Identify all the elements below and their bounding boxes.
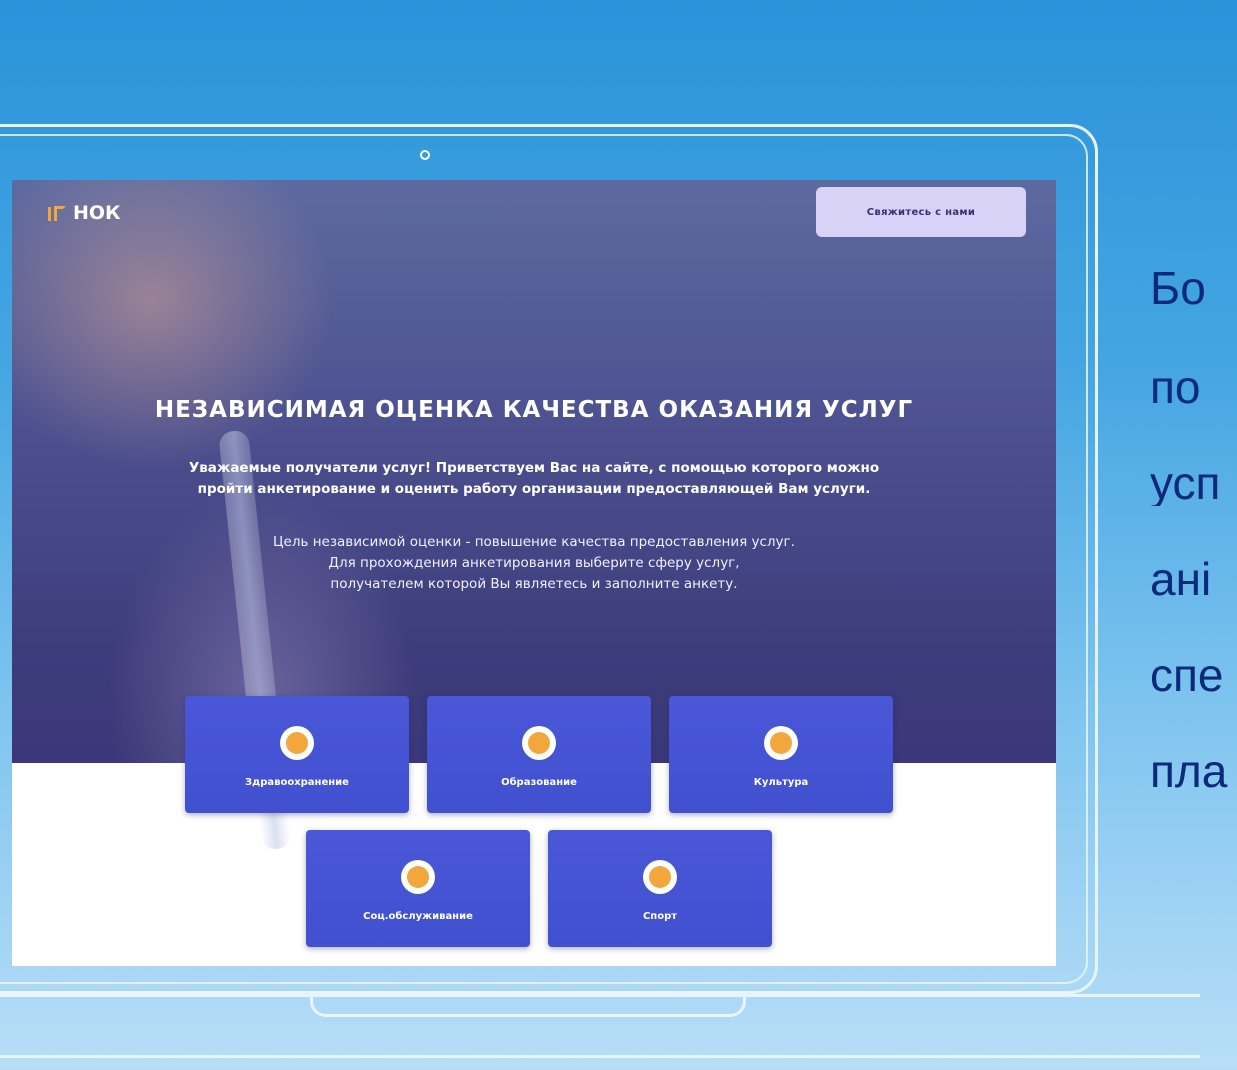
welcome-text-line: пройти анкетирование и оценить работу ор… [197, 481, 871, 497]
column-icon [764, 726, 798, 760]
service-label: Здравоохранение [245, 777, 349, 788]
laptop-screen: НОК Свяжитесь с нами НЕЗАВИСИМАЯ ОЦЕНКА … [12, 180, 1056, 966]
slide-text-line: усп [1150, 460, 1221, 506]
slide-text-line: по [1150, 364, 1201, 410]
site-logo[interactable]: НОК [45, 202, 121, 224]
welcome-text: Уважаемые получатели услуг! Приветствуем… [52, 458, 1016, 500]
purpose-text-line: получателем которой Вы являетесь и запол… [330, 576, 738, 592]
laptop-base-bottom [0, 1055, 1200, 1068]
logo-text: НОК [73, 202, 121, 224]
purpose-text-line: Для прохождения анкетирования выберите с… [328, 555, 740, 571]
slide-text-line: ані [1150, 556, 1212, 602]
page-title: НЕЗАВИСИМАЯ ОЦЕНКА КАЧЕСТВА ОКАЗАНИЯ УСЛ… [154, 397, 914, 423]
service-card-culture[interactable]: Культура [669, 696, 893, 813]
slide-text-line: спе [1150, 652, 1224, 698]
slide-text-line: пла [1150, 748, 1228, 794]
purpose-text-line: Цель независимой оценки - повышение каче… [273, 534, 795, 550]
flower-icon [401, 860, 435, 894]
slide-text-line: Бо [1150, 265, 1206, 311]
medical-case-icon [280, 726, 314, 760]
service-label: Культура [753, 777, 809, 788]
service-label: Соц.обслуживание [363, 911, 473, 922]
ball-icon [643, 860, 677, 894]
service-card-education[interactable]: Образование [427, 696, 651, 813]
laptop-trackpad-notch [310, 994, 746, 1017]
logo-icon [48, 206, 66, 221]
webcam-icon [420, 150, 430, 160]
welcome-text-line: Уважаемые получатели услуг! Приветствуем… [188, 460, 880, 476]
service-card-social[interactable]: Соц.обслуживание [306, 830, 530, 947]
contact-us-button[interactable]: Свяжитесь с нами [816, 187, 1026, 237]
service-label: Спорт [642, 911, 678, 922]
service-label: Образование [501, 777, 577, 788]
service-card-sport[interactable]: Спорт [548, 830, 772, 947]
purpose-text: Цель независимой оценки - повышение каче… [132, 532, 936, 595]
graduation-cap-icon [522, 726, 556, 760]
service-card-healthcare[interactable]: Здравоохранение [185, 696, 409, 813]
hero-banner: НОК Свяжитесь с нами НЕЗАВИСИМАЯ ОЦЕНКА … [12, 180, 1056, 851]
